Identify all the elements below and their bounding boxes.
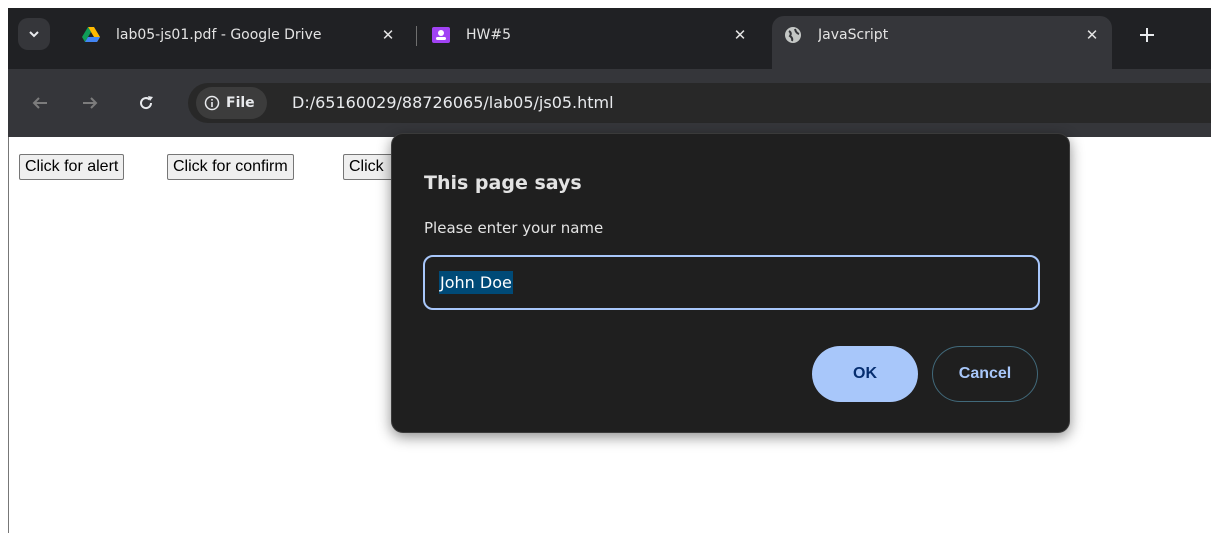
arrow-left-icon [32,97,47,109]
new-tab-button[interactable] [1136,26,1158,48]
plus-icon [1140,28,1154,42]
dialog-title: This page says [424,172,582,194]
url-text: D:/65160029/88726065/lab05/js05.html [292,93,614,112]
chevron-down-icon [29,31,39,38]
name-input[interactable]: John Doe [423,255,1040,310]
tab-search-button[interactable] [18,18,50,50]
dialog-message: Please enter your name [424,219,604,237]
close-icon[interactable]: ✕ [730,25,750,45]
ok-button[interactable]: OK [812,346,918,402]
close-icon[interactable]: ✕ [1082,25,1102,45]
reload-button[interactable] [132,89,160,117]
tab-separator [416,26,417,46]
prompt-button[interactable]: Click [343,154,393,180]
tab-strip: lab05-js01.pdf - Google Drive ✕ HW#5 ✕ J… [8,8,1211,69]
tab-google-drive[interactable]: lab05-js01.pdf - Google Drive ✕ [82,16,398,54]
alert-button[interactable]: Click for alert [19,154,125,180]
tab-hw5[interactable]: HW#5 ✕ [432,16,750,54]
prompt-dialog: This page says Please enter your name Jo… [391,133,1070,433]
arrow-right-icon [83,97,98,109]
page-edge [8,137,9,533]
toolbar: File D:/65160029/88726065/lab05/js05.htm… [8,69,1211,137]
globe-icon [785,27,801,43]
reload-icon [140,96,153,110]
google-drive-icon [82,27,100,42]
tab-title: JavaScript [818,27,889,43]
tab-title: lab05-js01.pdf - Google Drive [116,27,322,43]
back-button[interactable] [26,89,54,117]
forward-button[interactable] [76,89,104,117]
address-bar[interactable]: File D:/65160029/88726065/lab05/js05.htm… [188,83,1211,123]
classroom-icon [432,27,450,43]
confirm-button[interactable]: Click for confirm [167,154,294,180]
tab-title: HW#5 [466,27,512,43]
tab-javascript[interactable]: JavaScript ✕ [784,16,1102,54]
site-info-chip[interactable]: File [196,87,267,119]
close-icon[interactable]: ✕ [378,25,398,45]
input-value: John Doe [439,271,513,294]
info-icon [204,95,220,111]
cancel-button[interactable]: Cancel [932,346,1038,402]
chip-label: File [226,95,255,111]
